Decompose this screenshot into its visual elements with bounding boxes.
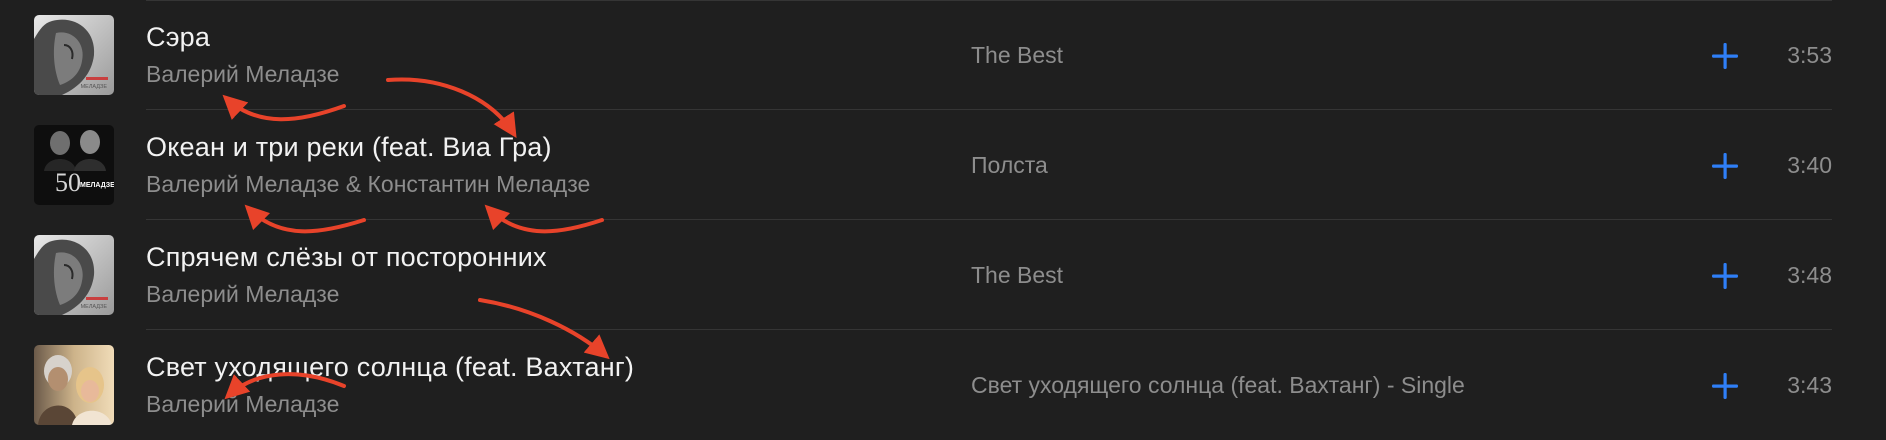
add-to-library-button[interactable] (1710, 371, 1740, 401)
track-artist[interactable]: Валерий Меладзе & Константин Меладзе (146, 171, 590, 198)
track-duration: 3:48 (1787, 262, 1832, 288)
track-album[interactable]: Полста (971, 152, 1048, 179)
track-artist[interactable]: Валерий Меладзе (146, 61, 339, 88)
track-title[interactable]: Сэра (146, 22, 210, 53)
track-album[interactable]: Свет уходящего солнца (feat. Вахтанг) - … (971, 372, 1465, 399)
track-title[interactable]: Океан и три реки (feat. Виа Гра) (146, 132, 552, 163)
track-duration: 3:40 (1787, 152, 1832, 178)
track-artist[interactable]: Валерий Меладзе (146, 281, 339, 308)
add-to-library-button[interactable] (1710, 151, 1740, 181)
track-row[interactable]: МЕЛАДЗЕ Спрячем слёзы от посторонних Вал… (0, 220, 1886, 330)
album-cover-polsta: 50 МЕЛАДЗЕ (34, 125, 114, 205)
track-title[interactable]: Свет уходящего солнца (feat. Вахтанг) (146, 352, 634, 383)
track-row[interactable]: Свет уходящего солнца (feat. Вахтанг) Ва… (0, 330, 1886, 440)
svg-text:МЕЛАДЗЕ: МЕЛАДЗЕ (80, 182, 114, 189)
plus-icon (1712, 373, 1738, 399)
add-to-library-button[interactable] (1710, 41, 1740, 71)
track-row[interactable]: 50 МЕЛАДЗЕ Океан и три реки (feat. Виа Г… (0, 110, 1886, 220)
track-album[interactable]: The Best (971, 262, 1063, 289)
svg-text:МЕЛАДЗЕ: МЕЛАДЗЕ (81, 84, 108, 90)
track-duration: 3:53 (1787, 42, 1832, 68)
album-cover-single (34, 345, 114, 425)
album-cover-the-best: МЕЛАДЗЕ (34, 235, 114, 315)
track-album[interactable]: The Best (971, 42, 1063, 69)
track-row[interactable]: МЕЛАДЗЕ Сэра Валерий Меладзе The Best 3:… (0, 0, 1886, 110)
album-cover-the-best: МЕЛАДЗЕ (34, 15, 114, 95)
plus-icon (1712, 43, 1738, 69)
track-list: МЕЛАДЗЕ Сэра Валерий Меладзе The Best 3:… (0, 0, 1886, 440)
track-duration: 3:43 (1787, 372, 1832, 398)
add-to-library-button[interactable] (1710, 261, 1740, 291)
svg-text:МЕЛАДЗЕ: МЕЛАДЗЕ (81, 304, 108, 310)
plus-icon (1712, 153, 1738, 179)
svg-text:50: 50 (55, 168, 81, 197)
plus-icon (1712, 263, 1738, 289)
track-title[interactable]: Спрячем слёзы от посторонних (146, 242, 547, 273)
track-artist[interactable]: Валерий Меладзе (146, 391, 339, 418)
